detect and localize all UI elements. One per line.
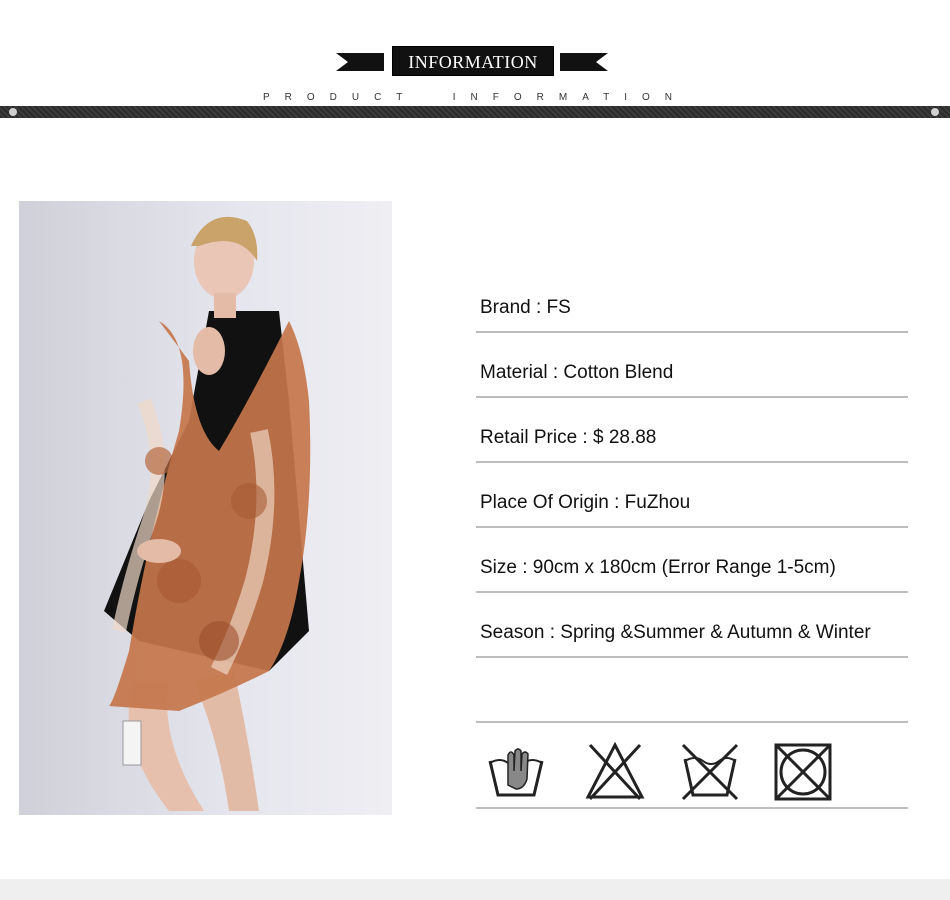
detail-row-origin: Place Of Origin : FuZhou bbox=[476, 463, 908, 528]
no-bleach-icon bbox=[585, 741, 645, 801]
detail-origin: Place Of Origin : FuZhou bbox=[480, 492, 691, 513]
divider-dot-left bbox=[9, 108, 17, 116]
info-banner: INFORMATION bbox=[0, 46, 950, 78]
detail-material: Material : Cotton Blend bbox=[480, 362, 674, 383]
hand-wash-icon bbox=[488, 748, 544, 797]
detail-price: Retail Price : $ 28.88 bbox=[480, 427, 657, 448]
no-tumble-dry-icon bbox=[681, 743, 739, 801]
care-instructions bbox=[476, 723, 908, 809]
header-divider bbox=[0, 106, 950, 118]
detail-spacer bbox=[476, 658, 908, 723]
detail-brand: Brand : FS bbox=[480, 297, 571, 318]
banner-right-wing-icon bbox=[560, 53, 608, 71]
product-photo bbox=[19, 201, 392, 815]
no-dry-clean-icon bbox=[774, 743, 832, 801]
detail-row-brand: Brand : FS bbox=[476, 268, 908, 333]
product-details: Brand : FS Material : Cotton Blend Retai… bbox=[476, 268, 908, 809]
detail-row-price: Retail Price : $ 28.88 bbox=[476, 398, 908, 463]
divider-dot-right bbox=[931, 108, 939, 116]
detail-row-material: Material : Cotton Blend bbox=[476, 333, 908, 398]
footer-band bbox=[0, 879, 950, 900]
detail-row-season: Season : Spring &Summer & Autumn & Winte… bbox=[476, 593, 908, 658]
banner-subtitle: PRODUCT INFORMATION bbox=[262, 92, 688, 103]
detail-size: Size : 90cm x 180cm (Error Range 1-5cm) bbox=[480, 557, 836, 578]
banner-title: INFORMATION bbox=[392, 46, 554, 76]
banner-left-wing-icon bbox=[336, 53, 384, 71]
detail-season: Season : Spring &Summer & Autumn & Winte… bbox=[480, 622, 871, 643]
detail-row-size: Size : 90cm x 180cm (Error Range 1-5cm) bbox=[476, 528, 908, 593]
model-illustration bbox=[104, 216, 311, 811]
